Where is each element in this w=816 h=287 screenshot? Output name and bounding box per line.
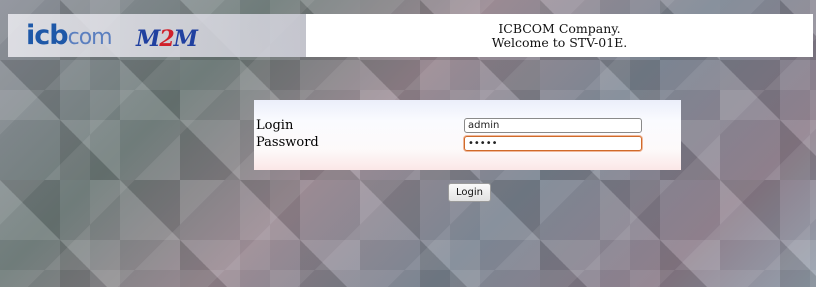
password-label: Password [256, 135, 319, 150]
m2m-logo-2: 2 [159, 26, 174, 52]
m2m-logo-m2: M [173, 26, 198, 52]
password-input[interactable]: ••••• [464, 136, 642, 151]
welcome-line-2: Welcome to STV-01E. [491, 34, 628, 50]
login-button[interactable]: Login [448, 183, 491, 202]
welcome-box: ICBCOM Company. Welcome to STV-01E. [306, 14, 813, 57]
header-bar: icbcom M2M ICBCOM Company. Welcome to ST… [8, 14, 813, 57]
icbcom-logo-text-light: com [67, 25, 113, 50]
icbcom-logo: icbcom [26, 20, 113, 51]
login-form-panel: Login Password admin ••••• [254, 100, 681, 170]
login-input[interactable]: admin [464, 118, 642, 133]
icbcom-logo-text-bold: icb [26, 20, 69, 51]
login-label: Login [256, 118, 294, 133]
m2m-logo-m1: M [136, 26, 160, 52]
welcome-line-1: ICBCOM Company. [498, 20, 621, 36]
logo-area: icbcom M2M [8, 14, 306, 57]
m2m-logo: M2M [136, 26, 198, 52]
